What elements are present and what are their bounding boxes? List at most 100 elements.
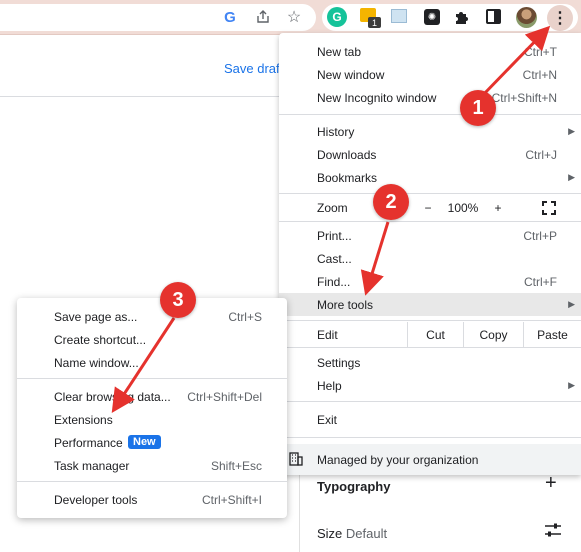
divider: [279, 114, 581, 115]
star-icon[interactable]: ☆: [285, 8, 303, 26]
extension-badge: 1: [368, 17, 381, 28]
avatar[interactable]: [516, 7, 537, 28]
menu-item-extensions[interactable]: Extensions: [17, 408, 287, 431]
openai-extension-icon[interactable]: ✺: [424, 9, 440, 25]
share-icon[interactable]: [254, 8, 272, 26]
menu-item-create-shortcut[interactable]: Create shortcut...: [17, 328, 287, 351]
menu-item-more-tools[interactable]: More tools ▶: [279, 293, 581, 316]
divider: [279, 347, 581, 348]
chevron-right-icon: ▶: [568, 380, 575, 390]
menu-item-settings[interactable]: Settings: [279, 351, 581, 374]
menu-item-label: Managed by your organization: [317, 452, 479, 467]
extension-icon[interactable]: [391, 9, 407, 23]
shortcut-label: Ctrl+T: [524, 44, 557, 59]
chevron-right-icon: ▶: [568, 299, 575, 309]
menu-item-name-window[interactable]: Name window...: [17, 351, 287, 374]
side-panel-icon[interactable]: [486, 9, 501, 24]
kebab-menu-icon[interactable]: ⋮: [547, 5, 573, 31]
menu-item-label: Developer tools: [54, 492, 138, 507]
menu-item-print[interactable]: Print... Ctrl+P: [279, 224, 581, 247]
menu-item-label: Print...: [317, 228, 352, 243]
menu-item-label: Downloads: [317, 147, 377, 162]
grammarly-extension-icon[interactable]: G: [327, 7, 347, 27]
shortcut-label: Ctrl+Shift+N: [491, 90, 557, 105]
menu-item-label: New Incognito window: [317, 90, 437, 105]
divider: [299, 470, 300, 552]
fullscreen-icon[interactable]: [534, 196, 564, 219]
divider: [279, 221, 581, 222]
shortcut-label: Ctrl+F: [524, 274, 557, 289]
menu-item-label: Find...: [317, 274, 351, 289]
menu-item-help[interactable]: Help ▶: [279, 374, 581, 397]
size-setting: Size Default: [317, 526, 387, 541]
menu-item-label: Help: [317, 378, 342, 393]
menu-item-exit[interactable]: Exit: [279, 408, 581, 431]
menu-item-label: Clear browsing data...: [54, 389, 171, 404]
cut-button[interactable]: Cut: [407, 322, 463, 347]
menu-item-downloads[interactable]: Downloads Ctrl+J: [279, 143, 581, 166]
menu-item-label: Exit: [317, 412, 338, 427]
shortcut-label: Ctrl+N: [522, 67, 557, 82]
menu-item-label: Cast...: [317, 251, 352, 266]
menu-item-performance[interactable]: Performance New: [17, 431, 287, 454]
zoom-value: 100%: [447, 200, 479, 215]
divider: [279, 437, 581, 438]
menu-item-edit: Edit Cut Copy Paste: [279, 322, 581, 347]
divider: [0, 96, 290, 97]
zoom-in-button[interactable]: +: [484, 196, 512, 219]
more-tools-submenu: Save page as... Ctrl+S Create shortcut..…: [17, 298, 287, 518]
menu-item-label: New tab: [317, 44, 362, 59]
browser-toolbar: G ☆ G 1 ✺ ⋮: [0, 0, 581, 35]
divider: [279, 193, 581, 194]
divider: [279, 320, 581, 321]
menu-item-history[interactable]: History ▶: [279, 120, 581, 143]
menu-item-save-page[interactable]: Save page as... Ctrl+S: [17, 305, 287, 328]
menu-item-label: Save page as...: [54, 309, 138, 324]
menu-item-cast[interactable]: Cast...: [279, 247, 581, 270]
building-icon: [289, 452, 303, 466]
menu-item-label: History: [317, 124, 355, 139]
plus-icon[interactable]: +: [545, 472, 557, 495]
new-badge: New: [128, 435, 161, 449]
sliders-icon[interactable]: [544, 523, 562, 537]
save-draft-link[interactable]: Save draft: [224, 61, 283, 76]
menu-item-developer-tools[interactable]: Developer tools Ctrl+Shift+I: [17, 488, 287, 511]
shortcut-label: Ctrl+Shift+Del: [187, 389, 262, 404]
shortcut-label: Ctrl+P: [523, 228, 557, 243]
divider: [17, 481, 287, 482]
divider: [17, 378, 287, 379]
shortcut-label: Ctrl+Shift+I: [201, 492, 262, 507]
menu-item-new-tab[interactable]: New tab Ctrl+T: [279, 40, 581, 63]
menu-item-new-window[interactable]: New window Ctrl+N: [279, 63, 581, 86]
menu-item-task-manager[interactable]: Task manager Shift+Esc: [17, 454, 287, 477]
menu-item-label: Zoom: [317, 200, 348, 215]
menu-item-label: More tools: [317, 297, 374, 312]
google-lens-icon[interactable]: G: [221, 8, 239, 26]
size-label: Size: [317, 526, 343, 541]
step-2-callout: 2: [373, 184, 409, 220]
chevron-right-icon: ▶: [568, 126, 575, 136]
step-3-callout: 3: [160, 282, 196, 318]
typography-heading: Typography: [317, 479, 391, 494]
size-value: Default: [345, 526, 388, 541]
copy-button[interactable]: Copy: [463, 322, 523, 347]
menu-item-managed[interactable]: Managed by your organization: [279, 444, 581, 475]
menu-item-label: Settings: [317, 355, 361, 370]
menu-item-label: Bookmarks: [317, 170, 378, 185]
shortcut-label: Shift+Esc: [210, 458, 262, 473]
zoom-out-button[interactable]: −: [414, 196, 442, 219]
chrome-main-menu: New tab Ctrl+T New window Ctrl+N New Inc…: [279, 33, 581, 475]
menu-item-find[interactable]: Find... Ctrl+F: [279, 270, 581, 293]
paste-button[interactable]: Paste: [523, 322, 581, 347]
menu-item-zoom: Zoom − 100% +: [279, 196, 581, 219]
chevron-right-icon: ▶: [568, 172, 575, 182]
step-1-callout: 1: [460, 90, 496, 126]
menu-item-label: Name window...: [54, 355, 139, 370]
puzzle-icon[interactable]: [453, 8, 471, 26]
menu-item-label: Performance: [54, 435, 123, 450]
menu-item-bookmarks[interactable]: Bookmarks ▶: [279, 166, 581, 189]
menu-item-new-incognito[interactable]: New Incognito window Ctrl+Shift+N: [279, 86, 581, 109]
menu-item-clear-browsing-data[interactable]: Clear browsing data... Ctrl+Shift+Del: [17, 385, 287, 408]
shortcut-label: Ctrl+J: [525, 147, 557, 162]
menu-item-label: Task manager: [54, 458, 130, 473]
